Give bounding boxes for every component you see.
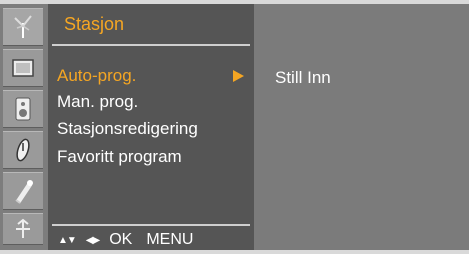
audio-icon[interactable] — [3, 90, 43, 128]
menu-item-label: Stasjonsredigering — [57, 119, 198, 138]
submenu-option-still-inn[interactable]: Still Inn — [275, 68, 331, 88]
antenna-icon[interactable] — [3, 8, 43, 46]
footer-divider — [52, 224, 250, 226]
menu-item-auto-prog[interactable]: Auto-prog. — [48, 63, 254, 89]
category-sidebar — [0, 4, 48, 250]
title-divider — [52, 44, 250, 46]
left-right-icon: ◀▶ — [85, 234, 100, 246]
navigation-hint: ▲▼ ◀▶ OK MENU — [58, 229, 193, 251]
menu-title: Stasjon — [64, 14, 125, 34]
tv-osd-menu: Stasjon Auto-prog. Man. prog. Stasjonsre… — [0, 0, 469, 254]
bottom-border — [0, 250, 469, 254]
menu-item-label: Man. prog. — [57, 92, 139, 111]
special-icon[interactable] — [3, 172, 43, 210]
picture-icon[interactable] — [3, 49, 43, 87]
menu-item-man-prog[interactable]: Man. prog. — [48, 89, 254, 115]
menu-item-label: Auto-prog. — [57, 66, 137, 85]
submenu-panel: Still Inn — [254, 4, 469, 250]
menu-item-label: Favoritt program — [57, 147, 182, 166]
up-down-icon: ▲▼ — [58, 234, 77, 246]
station-menu-panel: Stasjon Auto-prog. Man. prog. Stasjonsre… — [48, 4, 254, 250]
ok-hint: OK — [109, 231, 133, 248]
screen-icon[interactable] — [3, 213, 43, 245]
time-icon[interactable] — [3, 131, 43, 169]
menu-item-favourite[interactable]: Favoritt program — [48, 144, 254, 170]
menu-hint: MENU — [146, 231, 194, 248]
submenu-arrow-icon — [233, 70, 244, 82]
menu-item-station-edit[interactable]: Stasjonsredigering — [48, 116, 254, 142]
